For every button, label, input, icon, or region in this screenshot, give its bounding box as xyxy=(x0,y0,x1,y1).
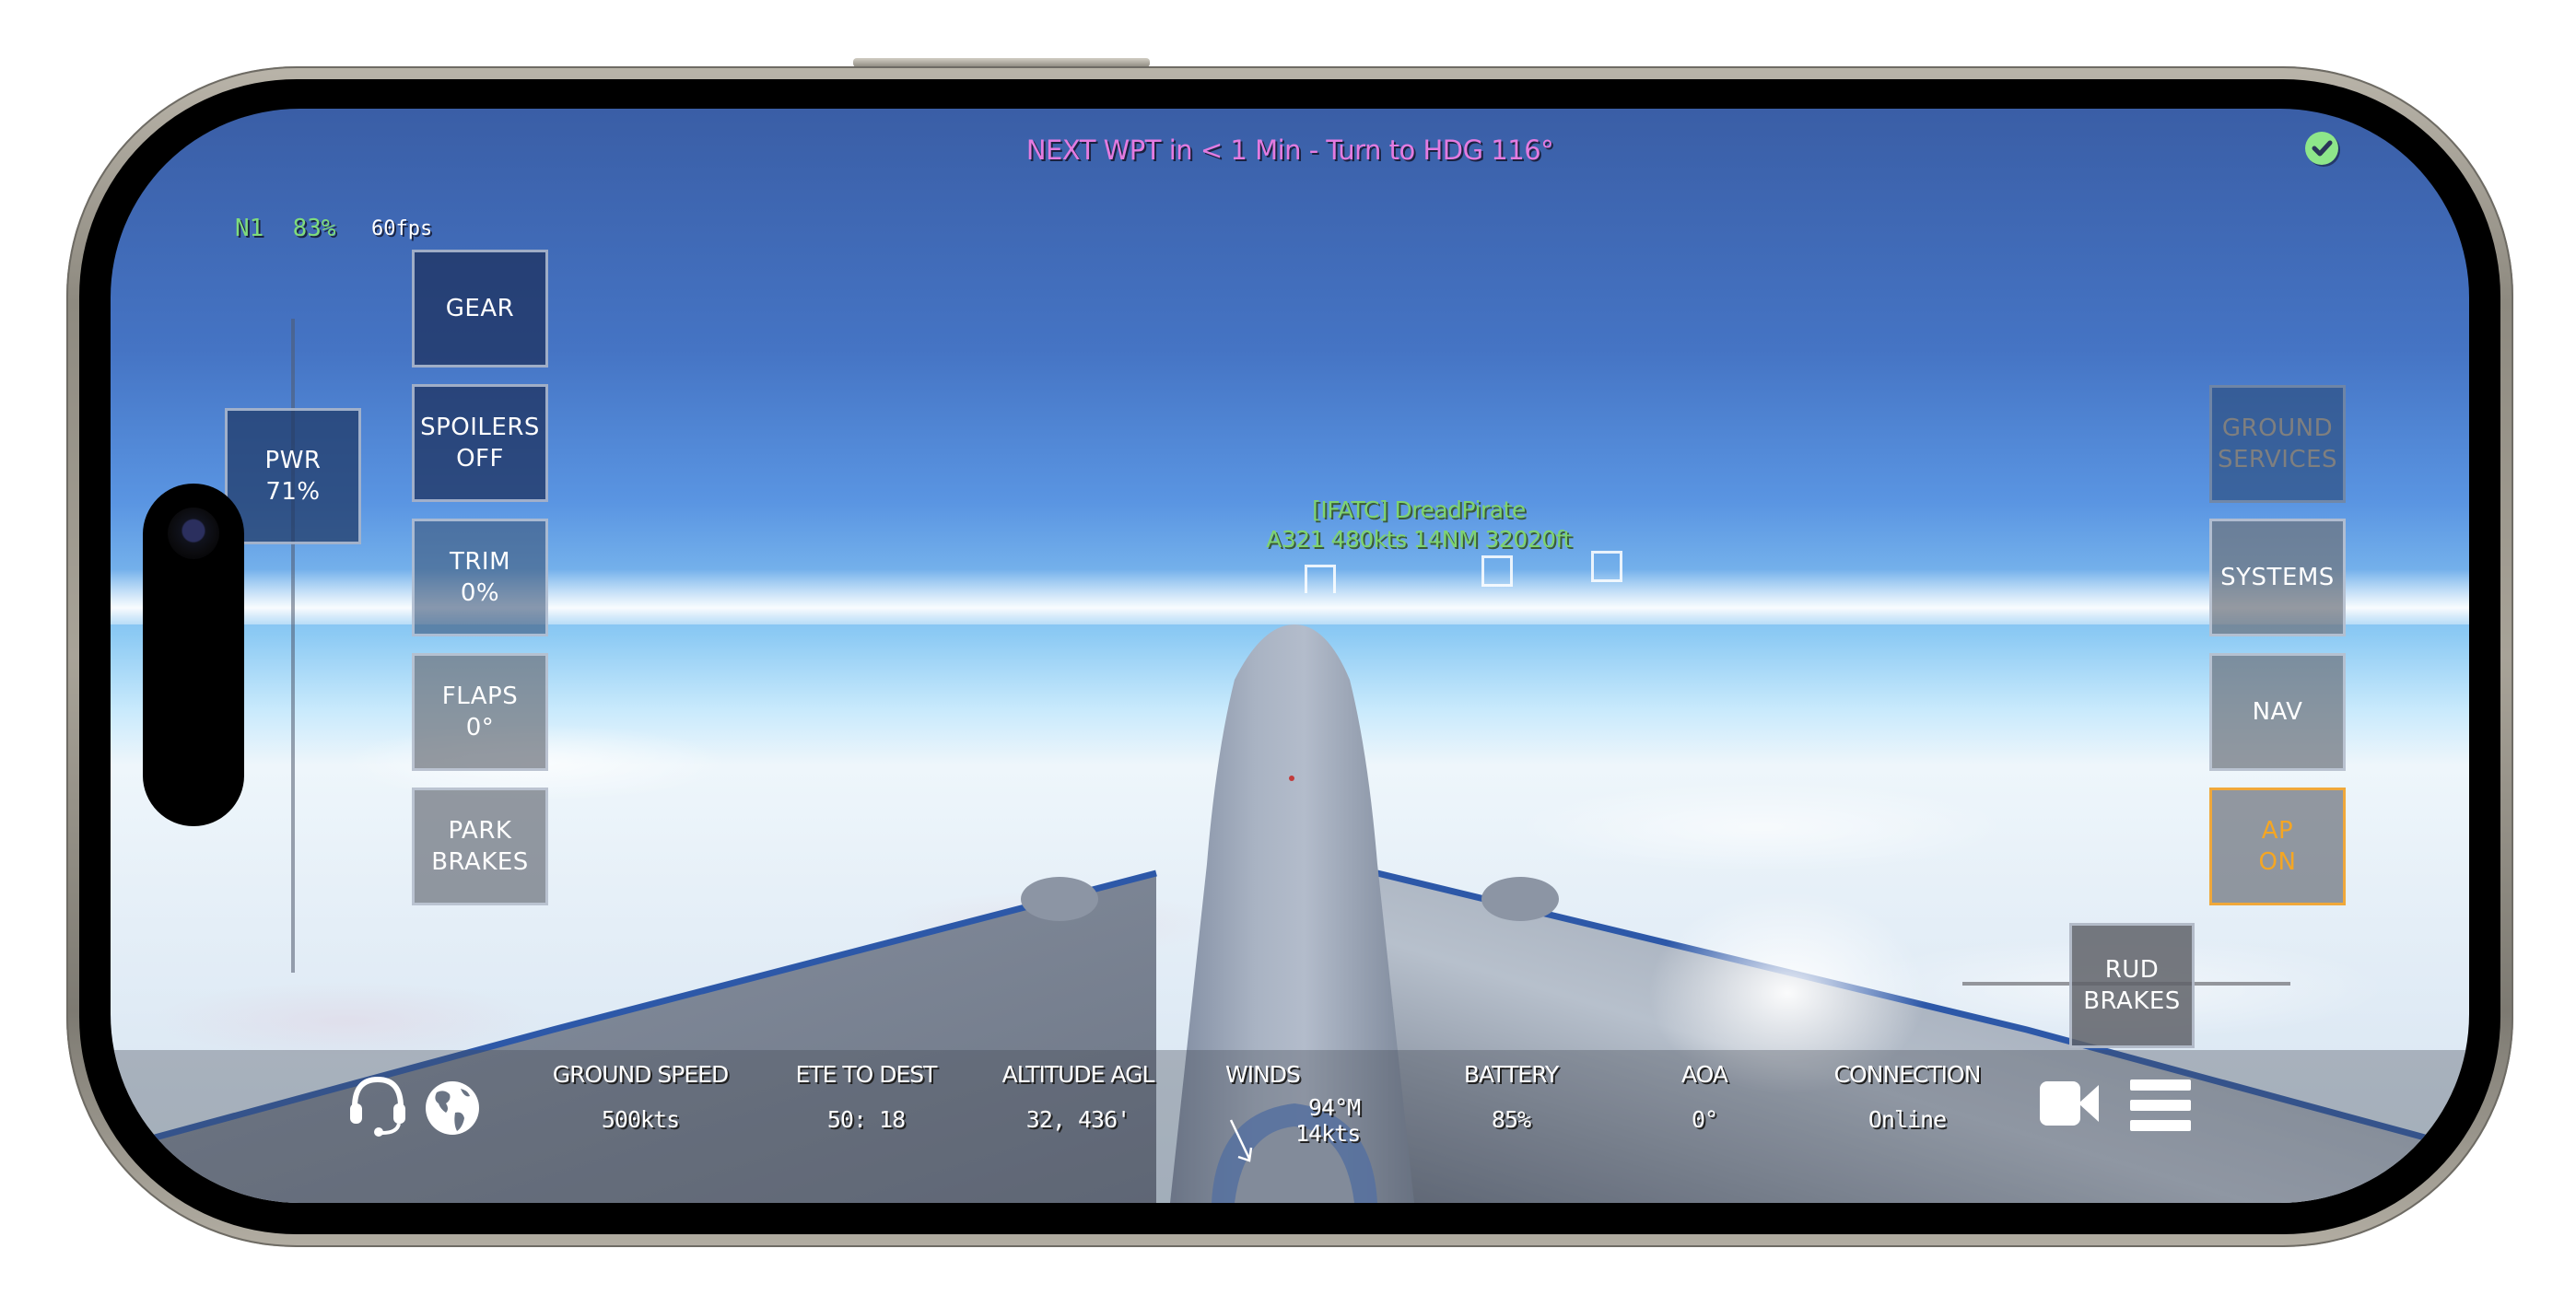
battery-label: BATTERY xyxy=(1463,1061,1559,1088)
spoilers-state: OFF xyxy=(456,445,504,473)
ground-speed-label: GROUND SPEED xyxy=(552,1061,729,1088)
traffic-target-bracket xyxy=(1305,565,1336,593)
ground-services-label-1: GROUND xyxy=(2221,414,2334,442)
check-circle-icon xyxy=(2312,140,2333,157)
connection-status-badge xyxy=(2305,132,2338,165)
trim-button[interactable]: TRIM 0% xyxy=(412,519,548,636)
camera-icon[interactable] xyxy=(2038,1078,2102,1133)
altitude-value: 32, 436' xyxy=(1025,1106,1130,1133)
front-camera xyxy=(168,508,219,559)
winds-direction: 94°M xyxy=(1308,1094,1361,1121)
ground-services-label-2: SERVICES xyxy=(2217,446,2338,473)
systems-label: SYSTEMS xyxy=(2220,564,2335,591)
game-screen[interactable]: NEXT WPT in < 1 Min - Turn to HDG 116° N… xyxy=(111,109,2469,1203)
aoa-value: 0° xyxy=(1691,1106,1718,1133)
spoilers-label: SPOILERS xyxy=(420,414,540,441)
waypoint-message: NEXT WPT in < 1 Min - Turn to HDG 116° xyxy=(1025,134,1554,166)
stat-ete: ETE TO DEST 50: 18 xyxy=(774,1061,958,1133)
bottom-info-bar: GROUND SPEED 500kts ETE TO DEST 50: 18 A… xyxy=(111,1050,2469,1203)
dynamic-island xyxy=(143,484,244,826)
stat-connection: CONNECTION Online xyxy=(1815,1061,1999,1133)
stat-ground-speed: GROUND SPEED 500kts xyxy=(521,1061,760,1133)
ground-services-button[interactable]: GROUND SERVICES xyxy=(2209,385,2346,503)
traffic-callsign: [IFATC] DreadPirate xyxy=(1312,496,1526,523)
menu-icon[interactable] xyxy=(2130,1078,2191,1137)
rudder-label-1: RUD xyxy=(2104,956,2160,984)
headset-icon[interactable] xyxy=(345,1072,410,1140)
globe-icon[interactable] xyxy=(424,1079,481,1140)
stat-altitude: ALTITUDE AGL 32, 436' xyxy=(972,1061,1184,1133)
gear-button[interactable]: GEAR xyxy=(412,250,548,368)
battery-value: 85% xyxy=(1491,1106,1531,1133)
connection-label: CONNECTION xyxy=(1833,1061,1982,1088)
altitude-label: ALTITUDE AGL xyxy=(1001,1061,1155,1088)
systems-button[interactable]: SYSTEMS xyxy=(2209,519,2346,636)
right-engine xyxy=(1481,877,1559,921)
trim-value: 0% xyxy=(460,579,500,607)
autopilot-button[interactable]: AP ON xyxy=(2209,788,2346,905)
aoa-label: AOA xyxy=(1680,1061,1728,1088)
stat-aoa: AOA 0° xyxy=(1658,1061,1751,1133)
rudder-brakes-handle[interactable]: RUD BRAKES xyxy=(2069,923,2195,1048)
throttle-handle[interactable]: PWR 71% xyxy=(225,408,361,544)
ground-speed-value: 500kts xyxy=(601,1106,680,1133)
beacon-light xyxy=(1289,776,1294,781)
wind-arrow-icon xyxy=(1229,1119,1253,1162)
traffic-target-bracket xyxy=(1591,551,1622,582)
fps-counter: 60fps xyxy=(371,217,433,240)
n1-readout: N1 83% xyxy=(235,215,336,242)
ete-value: 50: 18 xyxy=(826,1106,906,1133)
spoilers-button[interactable]: SPOILERS OFF xyxy=(412,384,548,502)
ete-label: ETE TO DEST xyxy=(795,1061,938,1088)
left-engine xyxy=(1021,877,1098,921)
traffic-target-bracket xyxy=(1481,555,1513,587)
n1-label: N1 xyxy=(235,215,264,242)
flaps-value: 0° xyxy=(465,714,495,741)
autopilot-state: ON xyxy=(2258,848,2297,876)
nav-label: NAV xyxy=(2252,698,2303,726)
trim-label: TRIM xyxy=(449,548,511,576)
park-brakes-label-2: BRAKES xyxy=(431,848,529,876)
rudder-label-2: BRAKES xyxy=(2083,987,2181,1015)
stat-battery: BATTERY 85% xyxy=(1437,1061,1585,1133)
park-brakes-label-1: PARK xyxy=(448,817,512,845)
winds-speed: 14kts xyxy=(1295,1120,1361,1147)
stat-winds: WINDS 94°M 14kts xyxy=(1225,1061,1456,1162)
gear-label: GEAR xyxy=(445,295,515,322)
winds-label: WINDS xyxy=(1225,1061,1301,1088)
connection-value: Online xyxy=(1868,1106,1947,1133)
throttle-value: 71% xyxy=(265,478,321,506)
throttle-label: PWR xyxy=(264,447,322,474)
n1-value: 83% xyxy=(292,215,336,242)
flaps-button[interactable]: FLAPS 0° xyxy=(412,653,548,771)
flaps-label: FLAPS xyxy=(441,683,519,710)
autopilot-label: AP xyxy=(2261,817,2294,845)
nav-button[interactable]: NAV xyxy=(2209,653,2346,771)
park-brakes-button[interactable]: PARK BRAKES xyxy=(412,788,548,905)
traffic-label[interactable]: [IFATC] DreadPirate A321 480kts 14NM 320… xyxy=(1161,496,1677,554)
